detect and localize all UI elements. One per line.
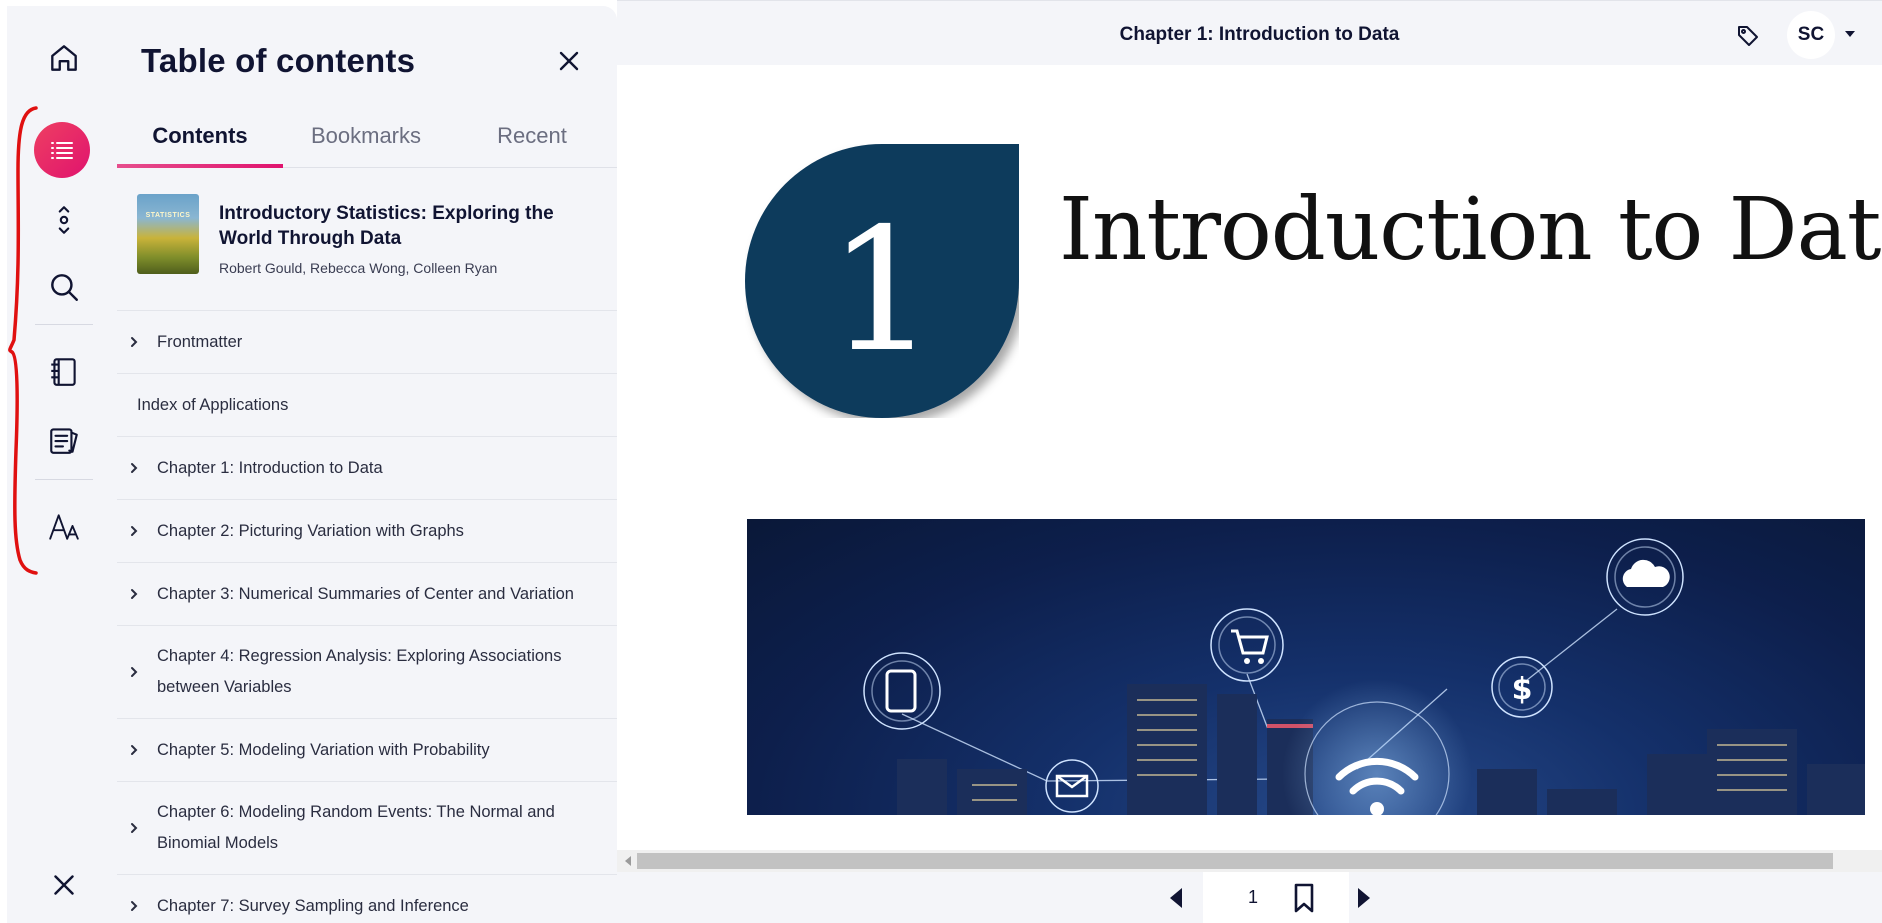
chapter-hero-image: $: [747, 519, 1865, 815]
chevron-right-icon[interactable]: [128, 462, 140, 474]
page-navigator: 1: [617, 872, 1882, 923]
page-number-box[interactable]: 1: [1203, 872, 1349, 923]
top-bar: Chapter 1: Introduction to Data SC: [617, 0, 1882, 65]
chevron-right-icon[interactable]: [128, 822, 140, 834]
expand-collapse-button[interactable]: [37, 193, 91, 247]
toc-item-chapter-5[interactable]: Chapter 5: Modeling Variation with Proba…: [117, 718, 617, 781]
chevron-right-icon[interactable]: [128, 900, 140, 912]
toc-close-button[interactable]: [552, 44, 586, 78]
toc-item-chapter-2[interactable]: Chapter 2: Picturing Variation with Grap…: [117, 499, 617, 562]
chevron-right-icon[interactable]: [128, 525, 140, 537]
chapter-number-badge: 1: [745, 144, 1019, 418]
text-size-button[interactable]: [37, 500, 91, 554]
tag-button[interactable]: [1733, 21, 1763, 51]
toc-tabs: Contents Bookmarks Recent: [117, 106, 617, 168]
toc-item-label: Chapter 5: Modeling Variation with Proba…: [157, 740, 490, 759]
horizontal-scrollbar[interactable]: [617, 850, 1882, 872]
chevron-right-icon[interactable]: [128, 336, 140, 348]
book-authors: Robert Gould, Rebecca Wong, Colleen Ryan: [219, 260, 498, 276]
home-icon: [51, 45, 77, 71]
toc-panel: Table of contents Contents Bookmarks Rec…: [117, 6, 617, 923]
rail-divider: [35, 324, 93, 325]
book-info: STATISTICS Introductory Statistics: Expl…: [137, 194, 607, 290]
chevron-right-icon[interactable]: [128, 744, 140, 756]
notebook-button[interactable]: [37, 345, 91, 399]
bookmark-icon[interactable]: [1289, 882, 1319, 914]
document-title: Chapter 1: Introduction to Data: [1119, 24, 1400, 45]
toc-item-label: Frontmatter: [157, 332, 243, 351]
chevron-right-icon[interactable]: [128, 588, 140, 600]
rail-divider: [35, 479, 93, 480]
book-title: Introductory Statistics: Exploring the W…: [219, 203, 554, 249]
toc-item-chapter-1[interactable]: Chapter 1: Introduction to Data: [117, 436, 617, 499]
notebook-icon: [51, 358, 76, 386]
chevron-right-icon[interactable]: [128, 666, 140, 678]
cover-text: STATISTICS: [145, 212, 191, 219]
toc-item-chapter-6[interactable]: Chapter 6: Modeling Random Events: The N…: [117, 781, 617, 874]
toc-item-label: Chapter 6: Modeling Random Events: The N…: [157, 803, 555, 852]
toc-item-label: Chapter 2: Picturing Variation with Grap…: [157, 521, 464, 540]
chapter-heading: Introduction to Data: [1059, 180, 1882, 280]
chapter-number: 1: [828, 192, 936, 390]
home-button[interactable]: [37, 31, 91, 85]
search-button[interactable]: [37, 260, 91, 314]
table-of-contents-button[interactable]: [34, 122, 90, 178]
toc-item-chapter-4[interactable]: Chapter 4: Regression Analysis: Explorin…: [117, 625, 617, 718]
side-rail: [7, 6, 117, 923]
toc-title: Table of contents: [141, 42, 416, 79]
toc-item-label: Chapter 3: Numerical Summaries of Center…: [157, 584, 574, 603]
toc-item-label: Index of Applications: [137, 395, 289, 414]
close-rail-button[interactable]: [37, 858, 91, 912]
close-icon: [54, 875, 74, 895]
previous-page-icon[interactable]: [1163, 885, 1189, 911]
close-icon: [559, 51, 579, 71]
tab-contents[interactable]: Contents: [117, 106, 283, 168]
search-icon: [51, 274, 78, 301]
caret-down-icon[interactable]: [1844, 29, 1856, 39]
svg-text:$: $: [1512, 672, 1533, 707]
toc-item-label: Chapter 1: Introduction to Data: [157, 458, 383, 477]
toc-item-label: Chapter 7: Survey Sampling and Inference: [157, 896, 469, 915]
text-size-icon: [49, 514, 79, 540]
page-number[interactable]: 1: [1203, 887, 1303, 908]
tab-recent[interactable]: Recent: [449, 106, 615, 167]
avatar[interactable]: SC: [1787, 11, 1835, 59]
book-cover: STATISTICS: [137, 194, 199, 274]
ereader-app: Table of contents Contents Bookmarks Rec…: [0, 0, 1882, 923]
network-city-illustration: $: [863, 538, 1865, 815]
list-icon: [51, 142, 73, 159]
page-viewer: 1 Introduction to Data $: [617, 65, 1882, 850]
toc-item-chapter-3[interactable]: Chapter 3: Numerical Summaries of Center…: [117, 562, 617, 625]
flashcards-icon: [50, 428, 78, 454]
chevron-up-down-icon: [58, 206, 70, 234]
toc-item-label: Chapter 4: Regression Analysis: Explorin…: [157, 647, 562, 696]
tag-icon: [1738, 26, 1758, 46]
scroll-left-arrow-icon[interactable]: [623, 855, 633, 867]
toc-list: Frontmatter Index of Applications Chapte…: [117, 310, 617, 923]
toc-item-index-of-applications[interactable]: Index of Applications: [117, 373, 617, 436]
next-page-icon[interactable]: [1351, 885, 1377, 911]
toc-item-chapter-7[interactable]: Chapter 7: Survey Sampling and Inference: [117, 874, 617, 923]
scrollbar-thumb[interactable]: [637, 853, 1833, 869]
toc-item-frontmatter[interactable]: Frontmatter: [117, 310, 617, 373]
tab-bookmarks[interactable]: Bookmarks: [283, 106, 449, 167]
flashcards-button[interactable]: [37, 413, 91, 467]
